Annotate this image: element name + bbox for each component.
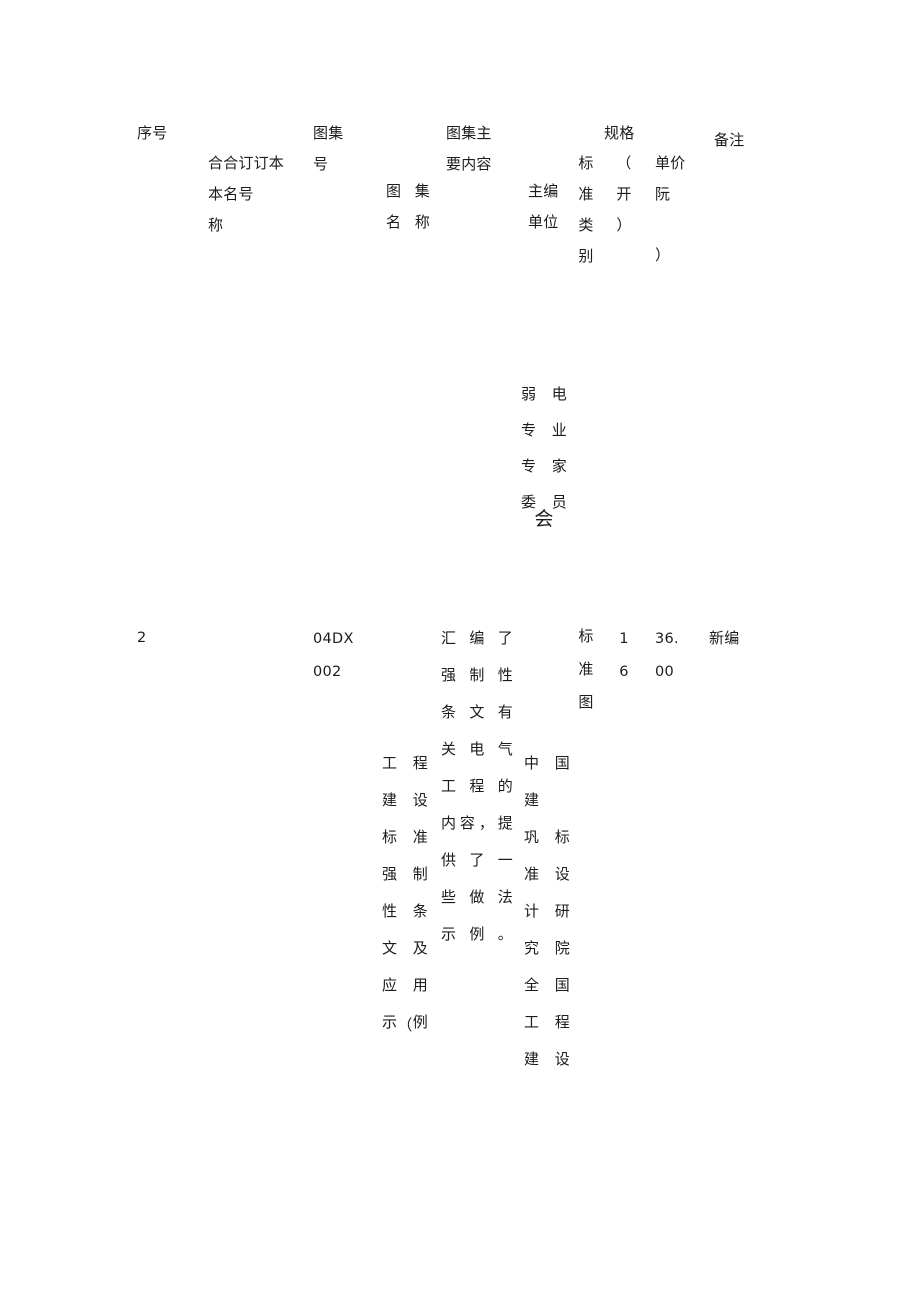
column-header-remark: 备注 bbox=[714, 131, 745, 149]
column-header-atlas-content: 图集主 要内容 bbox=[446, 124, 492, 173]
column-header-specification-unit: （ 开 ） bbox=[616, 154, 632, 234]
table-row-2-specification: 1 6 bbox=[619, 631, 629, 680]
column-header-unit-price-close-paren: ） bbox=[655, 246, 671, 264]
table-row-2-remark: 新编 bbox=[709, 629, 740, 647]
document-page: 序号 合合订订本 本名号 称 图集 号 图 集 名称 图集主 要内容 主编 单位… bbox=[0, 0, 920, 1301]
column-header-combined-volume: 合合订订本 本名号 称 bbox=[208, 154, 285, 234]
table-row-1-editor-unit-last: 会 bbox=[534, 508, 554, 530]
column-header-seq: 序号 bbox=[137, 124, 168, 142]
table-row-1-editor-unit: 弱电 专业 专家 委员 bbox=[521, 385, 567, 511]
table-row-2-atlas-name: 工 程 建 设 标 准 强 制 性 条 文 及 应 用 示例 bbox=[382, 754, 428, 1031]
column-header-chief-editor-unit: 主编 单位 bbox=[528, 182, 559, 231]
table-row-2-unit-price: 36. 00 bbox=[655, 631, 679, 680]
table-row-2-atlas-content: 汇 编 了 强 制 性 条 文 有 关 电 气 工 程 的 内容，提 供 了 一… bbox=[441, 629, 513, 943]
table-row-2-standard-type: 标 准 图 bbox=[578, 627, 594, 711]
column-header-specification: 规格 bbox=[604, 124, 635, 142]
column-header-standard-type: 标 准 类 别 bbox=[578, 154, 594, 265]
column-header-unit-price: 单价 阮 bbox=[655, 154, 686, 203]
table-row-2-atlas-name-paren: （ bbox=[397, 1016, 413, 1034]
table-row-2-editor-unit: 中国 建 巩标 准设 计研 究院 全国 工程 建设 bbox=[524, 754, 570, 1068]
table-row-2-atlas-number: 04DX 002 bbox=[313, 631, 354, 680]
column-header-atlas-name: 图 集 名称 bbox=[386, 182, 430, 231]
table-row-2-seq: 2 bbox=[137, 630, 147, 646]
column-header-atlas-number: 图集 号 bbox=[313, 124, 344, 173]
